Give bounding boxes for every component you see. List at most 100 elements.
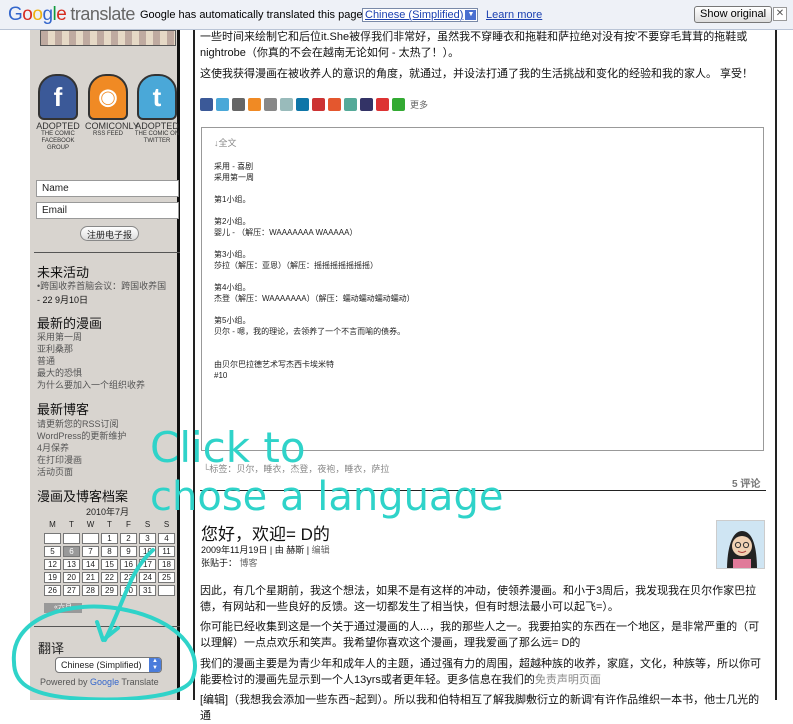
latest-comic-link[interactable]: 亚利桑那 xyxy=(37,343,73,355)
translate-widget-title: 翻译 xyxy=(38,641,65,656)
newsletter-email-field[interactable]: Email xyxy=(36,202,179,219)
calendar-day[interactable]: 10 xyxy=(139,546,156,557)
digg-share-icon[interactable] xyxy=(344,97,357,111)
target-language-value: Chinese (Simplified) xyxy=(365,9,464,21)
print-share-icon[interactable] xyxy=(264,97,277,111)
calendar-day[interactable]: 11 xyxy=(158,546,175,557)
facebook-link[interactable]: f ADOPTED THE COMIC FACEBOOK GROUP xyxy=(35,74,81,152)
language-select-dropdown[interactable]: Chinese (Simplified) ▲ ▼ xyxy=(55,657,162,673)
post-title[interactable]: 您好，欢迎= D的 xyxy=(201,520,330,545)
calendar-day[interactable]: 14 xyxy=(82,559,99,570)
post-author[interactable]: | 由 赫斯 | xyxy=(270,545,309,555)
calendar-day[interactable]: 31 xyxy=(139,585,156,596)
script-line: 第4小组。 xyxy=(214,283,251,292)
calendar-day[interactable]: 20 xyxy=(63,572,80,583)
latest-blog-link[interactable]: 在打印漫画 xyxy=(37,454,82,466)
calendar-day[interactable]: 4 xyxy=(158,533,175,544)
latest-blog-link[interactable]: 请更新您的RSS订阅 xyxy=(37,418,119,430)
calendar-day[interactable]: 2 xyxy=(120,533,137,544)
calendar-day[interactable]: 15 xyxy=(101,559,118,570)
calendar-day[interactable]: 5 xyxy=(44,546,61,557)
rss-link[interactable]: ◉ COMICONLY RSS FEED xyxy=(85,74,139,138)
latest-blog-link[interactable]: WordPress的更新维护 xyxy=(37,430,126,442)
script-line: 贝尔 - 嗯，我的理论，去领养了一个不言而喻的债券。 xyxy=(214,327,406,336)
myspace-share-icon[interactable] xyxy=(312,97,325,111)
category-link[interactable]: 博客 xyxy=(240,558,258,568)
bookmark-share-icon[interactable] xyxy=(280,97,293,111)
calendar-day[interactable]: 3 xyxy=(139,533,156,544)
calendar-day[interactable]: 13 xyxy=(63,559,80,570)
calendar-day[interactable]: 30 xyxy=(120,585,137,596)
stumble-share-icon[interactable] xyxy=(328,97,341,111)
twitter-link[interactable]: t ADOPTED THE COMIC ON TWITTER xyxy=(134,74,180,145)
rss-sublabel: RSS FEED xyxy=(92,131,123,137)
script-line: 婴儿 - （解压：WAAAAAAA WAAAAA） xyxy=(214,228,358,237)
calendar-day[interactable]: 23 xyxy=(120,572,137,583)
calendar-day-header: M xyxy=(49,520,56,529)
newsletter-name-field[interactable]: Name xyxy=(36,180,179,197)
learn-more-link[interactable]: Learn more xyxy=(486,9,542,21)
latest-comic-link[interactable]: 普通 xyxy=(37,355,55,367)
page-margin-left xyxy=(0,30,30,700)
script-line xyxy=(214,304,751,315)
calendar-day[interactable]: 12 xyxy=(44,559,61,570)
calendar-day xyxy=(63,533,80,544)
close-icon[interactable]: ✕ xyxy=(773,7,787,21)
upcoming-event-date: - 22 9月10日 xyxy=(37,295,89,305)
subscribe-button[interactable]: 注册电子报 xyxy=(80,226,140,241)
disclaimer-link[interactable]: 免责声明页面 xyxy=(535,674,601,686)
calendar-day[interactable]: 8 xyxy=(101,546,118,557)
post-paragraph: [编辑]（我想我会添加一些东西~起到）。所以我和伯特相互了解我脚敷衍立的新调'有… xyxy=(200,694,760,722)
powered-google: Google xyxy=(90,677,120,687)
share-more-link[interactable]: 更多 xyxy=(410,98,428,111)
latest-blog-link[interactable]: 4月保养 xyxy=(37,442,69,454)
calendar-day[interactable]: 24 xyxy=(139,572,156,583)
comic-strip-thumbnail[interactable] xyxy=(40,30,176,46)
wordpress-share-icon[interactable] xyxy=(232,97,245,111)
edit-link[interactable]: 编辑 xyxy=(312,545,330,555)
calendar-grid: M T W T F S S 1 2 3 4 5 6 7 8 9 10 11 12 13 14 15 16 17 18 19 20 21… xyxy=(44,520,175,596)
calendar-day[interactable]: 28 xyxy=(82,585,99,596)
latest-comic-link[interactable]: 最大的恐惧 xyxy=(37,367,82,379)
calendar-day[interactable]: 27 xyxy=(63,585,80,596)
upcoming-event-link[interactable]: •跨国收养首脑会议：跨国收养国 xyxy=(37,280,166,292)
show-original-button[interactable]: Show original xyxy=(694,6,773,23)
translate-wordmark: translate xyxy=(70,4,135,24)
script-line xyxy=(214,271,751,282)
upcoming-events-title: 未来活动 xyxy=(37,265,90,280)
calendar-day[interactable]: 19 xyxy=(44,572,61,583)
post-paragraph: 我们的漫画主要是为青少年和成年人的主题，通过强有力的周围，超越种族的收养，家庭，… xyxy=(200,656,766,688)
bebo-share-icon[interactable] xyxy=(376,97,389,111)
full-text-toggle[interactable]: ↓全文 xyxy=(214,138,751,149)
twitter-label: ADOPTED xyxy=(135,121,179,131)
google-translate-logo: Google translate xyxy=(8,4,135,26)
calendar-day[interactable]: 21 xyxy=(82,572,99,583)
calendar-prev-month-link[interactable]: «六月 xyxy=(44,603,82,613)
blogger-share-icon[interactable] xyxy=(248,97,261,111)
calendar-day[interactable]: 6 xyxy=(63,546,80,557)
calendar-day[interactable]: 7 xyxy=(82,546,99,557)
calendar-day[interactable]: 29 xyxy=(101,585,118,596)
calendar-day[interactable]: 25 xyxy=(158,572,175,583)
calendar-day[interactable]: 26 xyxy=(44,585,61,596)
facebook-share-icon[interactable] xyxy=(200,97,213,111)
latest-comic-link[interactable]: 为什么要加入一个组织收养 xyxy=(37,379,145,391)
linkedin-share-icon[interactable] xyxy=(296,97,309,111)
powered-by-text: Powered by xyxy=(40,677,88,687)
delicious-share-icon[interactable] xyxy=(360,97,373,111)
calendar-day[interactable]: 9 xyxy=(120,546,137,557)
calendar-day[interactable]: 1 xyxy=(101,533,118,544)
twitter-share-icon[interactable] xyxy=(216,97,229,111)
calendar-day[interactable]: 16 xyxy=(120,559,137,570)
target-language-select[interactable]: Chinese (Simplified) ▼ xyxy=(362,8,479,22)
post-tags[interactable]: └标签：贝尔，睡衣，杰登，夜袍，睡衣，萨拉 xyxy=(203,462,389,475)
latest-blog-link[interactable]: 活动页面 xyxy=(37,466,73,478)
language-select-value: Chinese (Simplified) xyxy=(61,660,142,670)
calendar-day[interactable]: 22 xyxy=(101,572,118,583)
reddit-share-icon[interactable] xyxy=(392,97,405,111)
comments-link[interactable]: 5 评论 xyxy=(732,475,760,490)
latest-comic-link[interactable]: 采用第一周 xyxy=(37,331,82,343)
script-line: 第1小组。 xyxy=(214,195,251,204)
calendar-day[interactable]: 17 xyxy=(139,559,156,570)
calendar-day[interactable]: 18 xyxy=(158,559,175,570)
